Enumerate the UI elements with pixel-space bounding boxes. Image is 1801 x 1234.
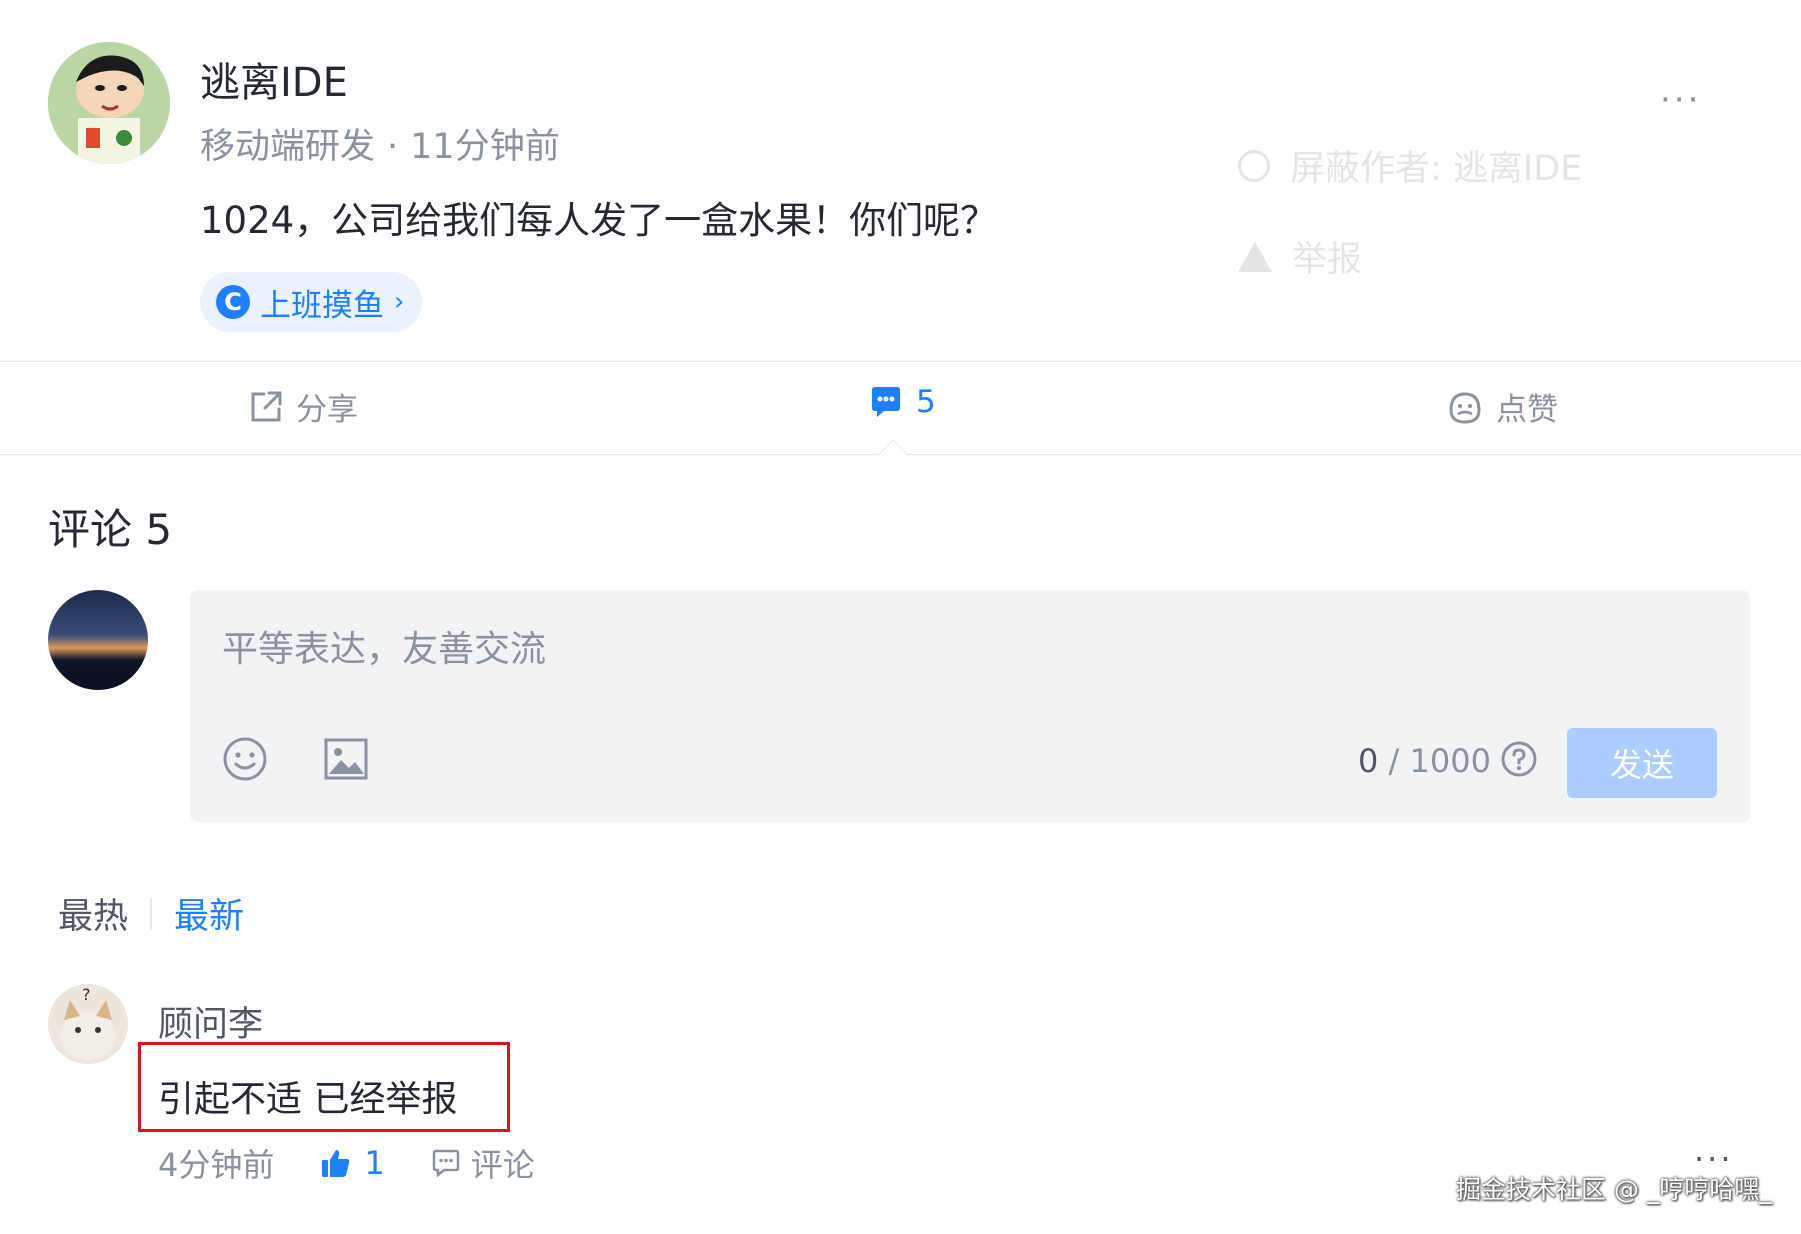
cartoon-avatar-image — [48, 42, 170, 164]
commenter-avatar[interactable]: ? — [48, 984, 128, 1064]
cat-avatar-image: ? — [48, 984, 128, 1064]
fish-face-icon — [1449, 391, 1481, 424]
author-avatar[interactable] — [48, 42, 170, 164]
char-counter: 0 / 1000 — [1358, 742, 1491, 780]
author-job-title: 移动端研发 — [200, 127, 376, 167]
user-icon — [1238, 149, 1270, 182]
topic-tag[interactable]: C 上班摸鱼 › — [200, 272, 423, 332]
like-label: 点赞 — [1496, 392, 1558, 428]
watermark: 掘金技术社区 @ _哼哼哈嘿_ — [1456, 1175, 1772, 1204]
author-name[interactable]: 逃离IDE — [200, 50, 348, 108]
author-meta: 移动端研发 · 11分钟前 — [200, 118, 560, 169]
comment-meta: 4分钟前 1 评论 — [158, 1140, 535, 1186]
share-icon — [251, 391, 282, 421]
comment-editor[interactable]: 平等表达，友善交流 0 / 1000 发送 — [190, 590, 1750, 822]
post-page: 逃离IDE 移动端研发 · 11分钟前 1024，公司给我们每人发了一盒水果！你们呢… — [0, 0, 1801, 1234]
emoji-icon[interactable] — [222, 736, 268, 782]
warning-icon — [1238, 241, 1272, 272]
char-max: / 1000 — [1388, 742, 1491, 780]
post-action-bar: 分享 5 点赞 — [0, 361, 1801, 471]
topic-label: 上班摸鱼 — [260, 287, 384, 324]
post-more-button[interactable]: ··· — [1660, 80, 1701, 120]
post-time: 11分钟前 — [410, 127, 560, 167]
topic-circle-icon: C — [216, 285, 250, 319]
chevron-right-icon: › — [394, 287, 405, 317]
comment-reply-label: 评论 — [470, 1146, 535, 1184]
active-tab-caret — [877, 439, 909, 471]
meta-separator: · — [387, 127, 399, 167]
comment-count: 5 — [916, 384, 936, 420]
block-author-label: 屏蔽作者: 逃离IDE — [1290, 149, 1583, 189]
comment-sort-tabs: 最热 最新 — [58, 888, 244, 939]
send-button[interactable]: 发送 — [1567, 728, 1717, 798]
sort-divider — [150, 897, 153, 930]
post-action-menu: 屏蔽作者: 逃离IDE 举报 — [1228, 120, 1698, 310]
share-button[interactable]: 分享 — [248, 384, 358, 429]
reply-bubble-icon — [432, 1149, 459, 1178]
like-button[interactable]: 点赞 — [1446, 384, 1558, 429]
comment-input[interactable]: 平等表达，友善交流 — [222, 620, 546, 672]
comment-button[interactable]: 5 — [868, 384, 936, 420]
comment-like-button[interactable]: 1 — [320, 1144, 385, 1182]
current-user-avatar[interactable] — [48, 590, 148, 690]
commenter-name[interactable]: 顾问李 — [158, 996, 263, 1047]
help-icon[interactable] — [1500, 740, 1538, 778]
sort-hot-tab[interactable]: 最热 — [58, 888, 128, 939]
report-item[interactable]: 举报 — [1228, 211, 1698, 302]
post-content: 1024，公司给我们每人发了一盒水果！你们呢？ — [200, 199, 998, 242]
sort-new-tab[interactable]: 最新 — [174, 888, 244, 939]
thumbs-up-icon — [322, 1150, 350, 1177]
report-label: 举报 — [1292, 240, 1363, 280]
comment-bubble-icon — [872, 387, 900, 417]
comment-reply-button[interactable]: 评论 — [431, 1140, 535, 1186]
svg-text:?: ? — [82, 985, 91, 1004]
char-current: 0 — [1358, 742, 1379, 780]
share-label: 分享 — [296, 392, 358, 428]
comments-title: 评论 5 — [48, 505, 173, 554]
comment-time: 4分钟前 — [158, 1146, 275, 1184]
comment-like-count: 1 — [364, 1144, 385, 1182]
comment-text: 引起不适 已经举报 — [158, 1079, 458, 1120]
block-author-item[interactable]: 屏蔽作者: 逃离IDE — [1228, 120, 1698, 211]
image-icon[interactable] — [324, 738, 368, 780]
